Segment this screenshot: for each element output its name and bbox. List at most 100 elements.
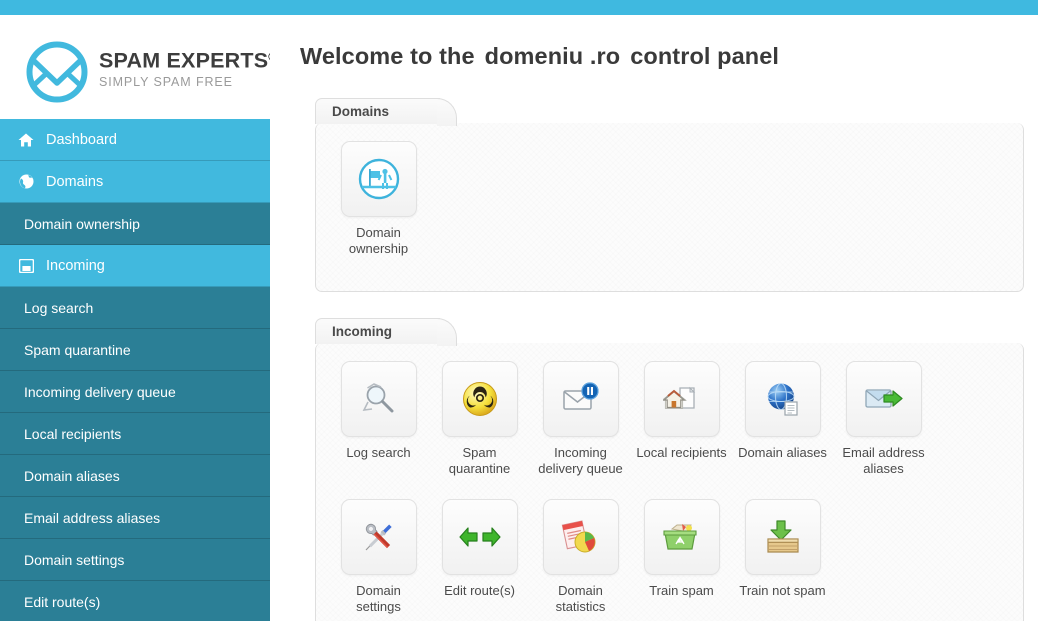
tile-train-spam[interactable]: Train spam: [631, 499, 732, 615]
incoming-tile-row-1: Log search Spam quarantine Incoming deli…: [328, 361, 1011, 487]
tile-label: Domain settings: [356, 583, 401, 615]
tile-label-line1: Train spam: [649, 583, 714, 598]
domains-panel: Domain ownership: [315, 123, 1024, 292]
tile-spam-quarantine[interactable]: Spam quarantine: [429, 361, 530, 477]
tile-box: [542, 361, 619, 437]
domains-panel-tabrow: Domains: [315, 98, 1024, 124]
tile-label-line1: Local recipients: [636, 445, 727, 460]
page-title-domain: domeniu .ro: [484, 43, 621, 69]
tile-email-address-aliases[interactable]: Email address aliases: [833, 361, 934, 477]
tile-box: [340, 499, 417, 575]
sidebar-item-label: Log search: [24, 299, 94, 316]
tile-box: [643, 499, 720, 575]
envelope-pause-icon: [561, 381, 601, 417]
tile-label-line1: Log search: [346, 445, 411, 460]
tile-label-line1: Domain aliases: [738, 445, 827, 460]
tile-log-search[interactable]: Log search: [328, 361, 429, 477]
pie-chart-documents-icon: [561, 518, 601, 556]
top-accent-bar: [0, 0, 1038, 15]
page-title-suffix: control panel: [630, 43, 780, 69]
tile-box: [441, 361, 518, 437]
tile-box: [340, 361, 417, 437]
sidebar-item-incoming[interactable]: Incoming: [0, 245, 270, 287]
tile-label-line1: Incoming: [554, 445, 607, 460]
domain-ownership-flag-icon: [358, 158, 400, 200]
incoming-tile-row-2: Domain settings Edit route(s) Domain sta…: [328, 499, 1011, 621]
sidebar-item-email-address-aliases[interactable]: Email address aliases: [0, 497, 270, 539]
tile-label-line1: Email address: [842, 445, 925, 460]
sidebar-item-label: Dashboard: [46, 131, 117, 148]
green-arrows-icon: [458, 524, 501, 550]
sidebar-item-label: Domain settings: [24, 551, 125, 568]
tile-incoming-delivery-queue[interactable]: Incoming delivery queue: [530, 361, 631, 477]
biohazard-icon: [462, 381, 498, 417]
main-content: Welcome to the domeniu .ro control panel D…: [270, 15, 1038, 621]
sidebar-nav: Dashboard Domains Domain ownership Incom…: [0, 119, 270, 621]
tile-label-line1: Domain: [356, 583, 401, 598]
tile-label: Local recipients: [636, 445, 726, 461]
sidebar-item-domain-settings[interactable]: Domain settings: [0, 539, 270, 581]
tile-label: Email address aliases: [842, 445, 924, 477]
page-title-prefix: Welcome to the: [300, 43, 475, 69]
globe-icon: [16, 174, 36, 190]
tile-box: [744, 361, 821, 437]
inbox-download-icon: [764, 519, 802, 555]
tile-label-line1: Domain: [356, 225, 401, 240]
spam-experts-envelope-circle-logo-icon: [26, 41, 88, 103]
tile-domain-statistics[interactable]: Domain statistics: [530, 499, 631, 615]
sidebar-item-domains[interactable]: Domains: [0, 161, 270, 203]
tile-box: [542, 499, 619, 575]
domains-panel-tab[interactable]: Domains: [315, 98, 440, 124]
tile-label: Log search: [346, 445, 410, 461]
tile-box: [340, 141, 417, 217]
tile-box: [643, 361, 720, 437]
tile-label: Domain statistics: [556, 583, 606, 615]
tile-label: Train not spam: [739, 583, 825, 599]
tile-edit-routes[interactable]: Edit route(s): [429, 499, 530, 615]
tile-label: Train spam: [649, 583, 714, 599]
tile-domain-ownership[interactable]: Domain ownership: [328, 141, 429, 257]
sidebar-item-label: Local recipients: [24, 425, 122, 442]
tile-label-line1: Train not spam: [739, 583, 826, 598]
sidebar-item-incoming-delivery-queue[interactable]: Incoming delivery queue: [0, 371, 270, 413]
brand-text: SPAM EXPERTS® SIMPLY SPAM FREE: [99, 41, 278, 89]
sidebar-item-label: Incoming delivery queue: [24, 383, 176, 400]
tile-label: Incoming delivery queue: [538, 445, 623, 477]
tile-label-line1: Domain: [558, 583, 603, 598]
incoming-panel-tabrow: Incoming: [315, 318, 1024, 344]
sidebar-item-edit-routes[interactable]: Edit route(s): [0, 581, 270, 621]
house-document-icon: [662, 382, 701, 416]
tile-label: Edit route(s): [444, 583, 515, 599]
sidebar-item-spam-quarantine[interactable]: Spam quarantine: [0, 329, 270, 371]
sidebar-item-local-recipients[interactable]: Local recipients: [0, 413, 270, 455]
inbox-icon: [16, 258, 36, 274]
tile-label-line2: aliases: [863, 461, 904, 476]
screwdriver-wrench-icon: [359, 517, 399, 557]
tile-box: [845, 361, 922, 437]
sidebar-item-label: Domain aliases: [24, 467, 120, 484]
tile-domain-aliases[interactable]: Domain aliases: [732, 361, 833, 477]
brand-title: SPAM EXPERTS: [99, 48, 269, 73]
recycle-bin-icon: [662, 520, 702, 554]
tile-label: Domain aliases: [738, 445, 827, 461]
tile-label-line2: settings: [356, 599, 401, 614]
tile-label: Domain ownership: [349, 225, 408, 257]
sidebar-item-dashboard[interactable]: Dashboard: [0, 119, 270, 161]
sidebar-item-domain-ownership[interactable]: Domain ownership: [0, 203, 270, 245]
incoming-panel-tab[interactable]: Incoming: [315, 318, 440, 344]
sidebar-item-domain-aliases[interactable]: Domain aliases: [0, 455, 270, 497]
domains-panel-body: Domain ownership: [316, 123, 1023, 291]
tile-label: Spam quarantine: [449, 445, 510, 477]
tile-train-not-spam[interactable]: Train not spam: [732, 499, 833, 615]
tile-label-line2: ownership: [348, 241, 409, 256]
tile-box: [441, 499, 518, 575]
sidebar: SPAM EXPERTS® SIMPLY SPAM FREE Dashboard: [0, 15, 278, 621]
envelope-green-arrow-icon: [864, 384, 904, 414]
tile-local-recipients[interactable]: Local recipients: [631, 361, 732, 477]
domains-tile-row: Domain ownership: [328, 141, 1011, 267]
sidebar-item-log-search[interactable]: Log search: [0, 287, 270, 329]
sidebar-item-label: Edit route(s): [24, 593, 101, 610]
page-title: Welcome to the domeniu .ro control panel: [300, 43, 1038, 70]
brand-logo[interactable]: SPAM EXPERTS® SIMPLY SPAM FREE: [0, 15, 278, 119]
tile-domain-settings[interactable]: Domain settings: [328, 499, 429, 615]
